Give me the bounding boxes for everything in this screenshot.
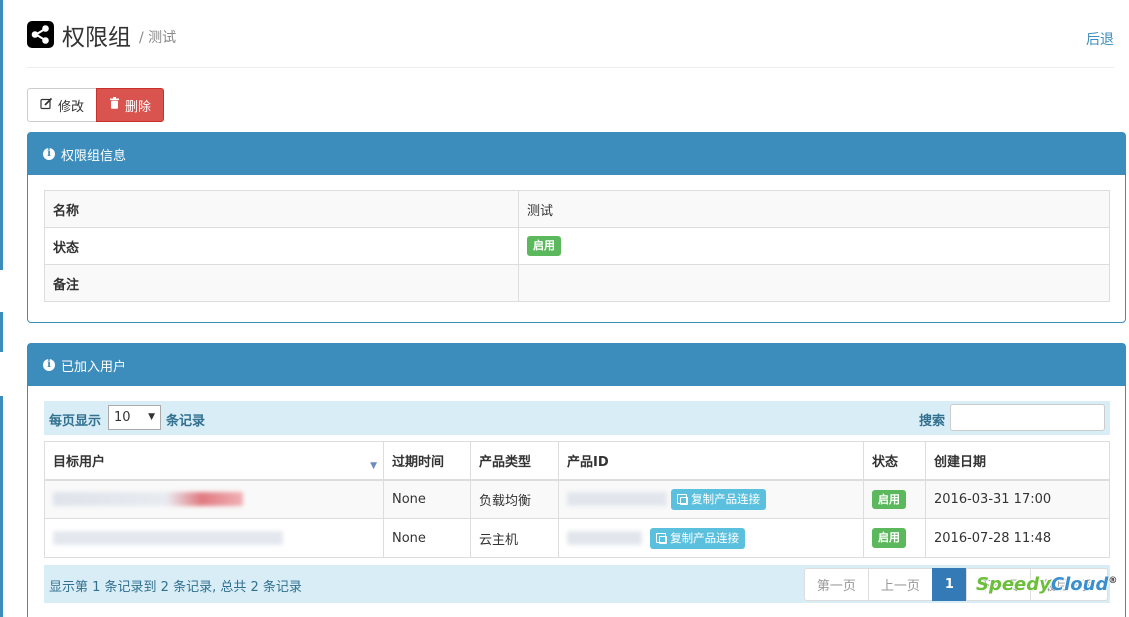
prev-page-button[interactable]: 上一页 [867,568,933,601]
share-icon [27,21,54,48]
status-badge: 启用 [872,528,906,548]
records-label: 条记录 [166,414,206,429]
info-key: 名称 [44,190,519,228]
panel-heading: i 权限组信息 [28,133,1125,175]
copy-icon [656,533,668,544]
sort-icon: ▼ [370,460,377,471]
panel-heading: i 已加入用户 [28,344,1125,386]
search-label: 搜索 [919,414,946,429]
info-row-remark: 备注 [44,264,1110,302]
page-header: 权限组 / 测试 后退 [27,14,1114,68]
info-key: 状态 [44,227,519,265]
trash-icon [109,97,120,113]
left-edge-gap [0,270,3,312]
watermark-part2: Cloud [1050,574,1109,595]
copy-icon [677,494,689,506]
status-cell: 启用 [863,479,926,519]
info-row-status: 状态 启用 [44,227,1110,265]
column-header-target-user[interactable]: 目标用户 ▼ [44,441,384,481]
table-footer: 显示第 1 条记录到 2 条记录, 总共 2 条记录 第一页 上一页 1 下一页… [44,565,1110,603]
table-toolbar: 每页显示 10 ▼ 条记录 搜索 [44,401,1110,435]
product-type-cell: 云主机 [470,518,559,558]
delete-label: 删除 [125,99,152,115]
page-title: 权限组 [62,25,131,51]
target-user-cell [44,479,384,519]
page-number-button[interactable]: 1 [931,568,967,601]
panel-title: 权限组信息 [61,148,127,164]
created-cell: 2016-03-31 17:00 [925,479,1110,519]
info-value: 测试 [518,190,1110,228]
product-id-cell: 复制产品连接 [558,518,864,558]
page-subtitle: / 测试 [139,30,177,46]
group-info-table: 名称 测试 状态 启用 备注 [44,190,1110,302]
caret-down-icon: ▼ [148,412,155,422]
copy-product-link-button[interactable]: 复制产品连接 [650,527,746,549]
redacted-user [53,531,283,545]
per-page-select[interactable]: 10 ▼ [108,405,161,430]
info-key: 备注 [44,264,519,302]
edit-icon [40,97,53,114]
copy-product-link-button[interactable]: 复制产品连接 [671,488,767,510]
copy-label: 复制产品连接 [670,531,740,545]
first-page-button[interactable]: 第一页 [803,568,869,601]
per-page-value: 10 [114,410,131,425]
product-type-cell: 负载均衡 [470,479,559,519]
speedycloud-watermark: SpeedyCloud® [976,574,1117,595]
column-header-created[interactable]: 创建日期 [925,441,1110,481]
table-row: None 云主机 复制产品连接 启用 2016-07-28 11:48 [44,518,1110,558]
info-value: 启用 [518,227,1110,265]
action-buttons: 修改 删除 [27,88,165,122]
watermark-reg: ® [1108,576,1118,586]
expire-cell: None [383,518,471,558]
table-header: 目标用户 ▼ 过期时间 产品类型 产品ID 状态 创建日期 [44,441,1110,481]
created-cell: 2016-07-28 11:48 [925,518,1110,558]
users-table: 目标用户 ▼ 过期时间 产品类型 产品ID 状态 创建日期 None 负载均衡 复… [44,441,1110,558]
info-value [518,264,1110,302]
status-badge: 启用 [872,489,906,509]
left-edge-gap [0,352,3,396]
redacted-user [53,492,243,507]
column-header-product-type[interactable]: 产品类型 [470,441,559,481]
product-id-cell: 复制产品连接 [558,479,864,519]
column-header-status[interactable]: 状态 [863,441,926,481]
target-user-cell [44,518,384,558]
watermark-part1: Speedy [976,574,1051,595]
records-summary: 显示第 1 条记录到 2 条记录, 总共 2 条记录 [49,580,302,595]
table-row: None 负载均衡 复制产品连接 启用 2016-03-31 17:00 [44,479,1110,519]
group-info-panel: i 权限组信息 名称 测试 状态 启用 备注 [27,132,1126,323]
column-header-expire[interactable]: 过期时间 [383,441,471,481]
edit-label: 修改 [58,99,85,115]
panel-title: 已加入用户 [61,359,127,375]
redacted-product-id [567,531,642,545]
per-page-label: 每页显示 [49,414,102,429]
delete-button[interactable]: 删除 [96,88,165,122]
copy-label: 复制产品连接 [691,492,761,507]
left-edge-bar [0,0,3,617]
status-cell: 启用 [863,518,926,558]
info-icon: i [43,359,55,371]
edit-button[interactable]: 修改 [27,88,98,122]
column-header-product-id[interactable]: 产品ID [558,441,864,481]
back-link[interactable]: 后退 [1086,29,1114,49]
info-row-name: 名称 测试 [44,190,1110,228]
info-icon: i [43,148,55,160]
status-badge: 启用 [527,236,561,256]
joined-users-panel: i 已加入用户 每页显示 10 ▼ 条记录 搜索 目标用户 ▼ 过期时间 产品类型… [27,343,1126,617]
expire-cell: None [383,479,471,519]
redacted-product-id [567,492,667,507]
search-input[interactable] [950,404,1105,431]
